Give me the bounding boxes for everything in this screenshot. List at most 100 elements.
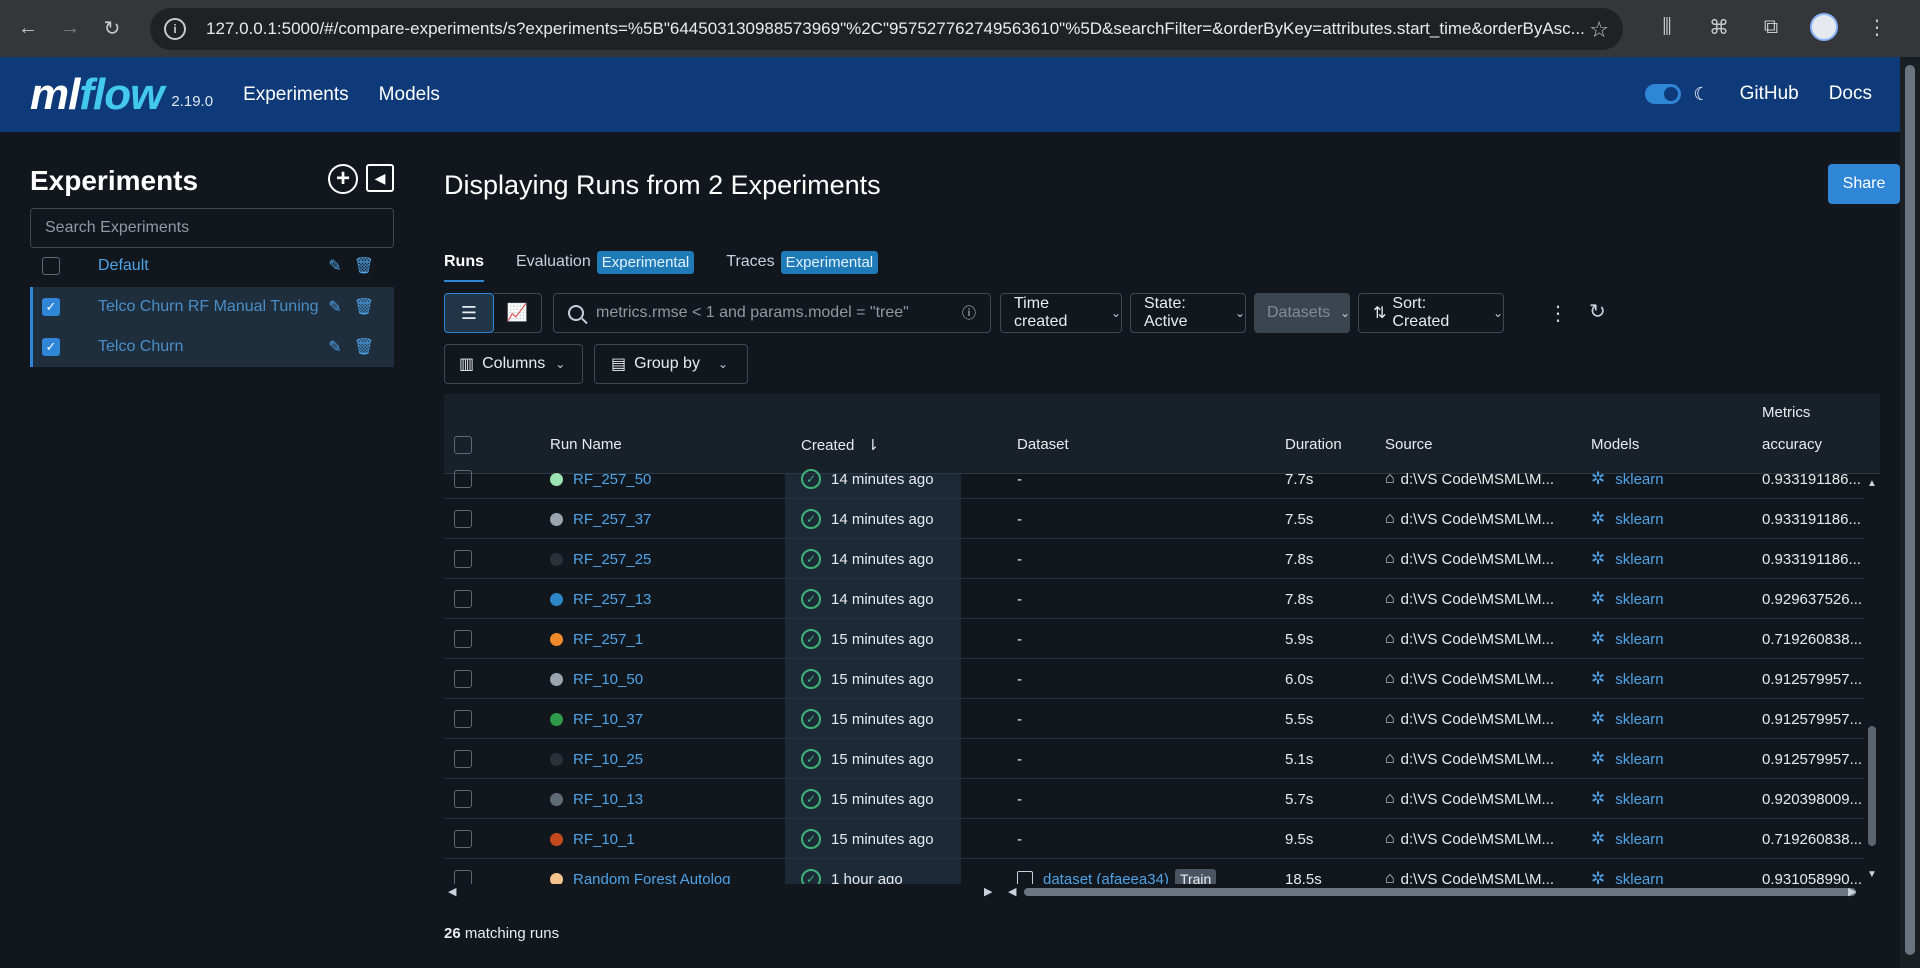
table-row[interactable]: RF_10_1 ✓ 15 minutes ago - 9.5s ⌂ d:\VS Code\M… (444, 819, 1880, 859)
run-search-input[interactable]: metrics.rmse < 1 and params.model = "tre… (553, 293, 991, 333)
table-row[interactable]: RF_257_13 ✓ 14 minutes ago - 7.8s ⌂ d:\VS Code… (444, 579, 1880, 619)
reload-icon[interactable]: ↻ (94, 11, 130, 47)
experiment-item-rf-manual-tuning[interactable]: ✓ Telco Churn RF Manual Tuning ✎ 🗑 (30, 287, 394, 327)
scrollbar-thumb[interactable] (1024, 888, 1856, 896)
scroll-down-icon[interactable]: ▼ (1867, 869, 1877, 880)
run-name-link[interactable]: RF_10_37 (573, 711, 643, 728)
scroll-right-icon[interactable]: ▶ (1848, 885, 1856, 898)
col-dataset[interactable]: Dataset (1017, 436, 1069, 453)
table-row[interactable]: Random Forest Autolog ✓ 1 hour ago dataset … (444, 859, 1880, 884)
run-name-link[interactable]: RF_10_1 (573, 831, 635, 848)
tune-icon[interactable]: ⫼ (1654, 12, 1680, 42)
row-checkbox[interactable] (454, 710, 472, 728)
source-value[interactable]: d:\VS Code\MSML\M... (1401, 831, 1554, 848)
nav-models[interactable]: Models (379, 84, 440, 106)
delete-icon[interactable]: 🗑 (354, 256, 374, 276)
state-dropdown[interactable]: State: Active ⌄ (1130, 293, 1246, 333)
tab-runs[interactable]: Runs (444, 250, 484, 282)
run-color-dot[interactable] (550, 752, 563, 766)
col-models[interactable]: Models (1591, 436, 1639, 453)
model-link[interactable]: sklearn (1615, 671, 1663, 688)
row-checkbox[interactable] (454, 470, 472, 488)
model-link[interactable]: sklearn (1615, 631, 1663, 648)
run-name-link[interactable]: RF_10_50 (573, 671, 643, 688)
experiment-name[interactable]: Telco Churn (98, 338, 328, 356)
run-name-link[interactable]: RF_10_25 (573, 751, 643, 768)
page-scrollbar[interactable] (1900, 57, 1920, 968)
dark-mode-toggle[interactable] (1645, 84, 1682, 104)
col-run-name[interactable]: Run Name (550, 436, 622, 453)
info-icon[interactable]: ⓘ (962, 303, 976, 323)
select-all-checkbox[interactable] (454, 436, 472, 454)
source-value[interactable]: d:\VS Code\MSML\M... (1401, 631, 1554, 648)
more-options-icon[interactable]: ⋮ (1548, 301, 1568, 326)
group-by-button[interactable]: ▤ Group by ⌄ (594, 344, 748, 384)
tab-evaluation[interactable]: Evaluation Experimental (516, 250, 695, 274)
add-experiment-icon[interactable]: + (328, 164, 358, 194)
table-row[interactable]: RF_10_37 ✓ 15 minutes ago - 5.5s ⌂ d:\VS Code\… (444, 699, 1880, 739)
run-name-link[interactable]: RF_257_25 (573, 551, 651, 568)
run-name-link[interactable]: RF_257_13 (573, 591, 651, 608)
table-row[interactable]: RF_257_1 ✓ 15 minutes ago - 5.9s ⌂ d:\VS Code\… (444, 619, 1880, 659)
source-value[interactable]: d:\VS Code\MSML\M... (1401, 511, 1554, 528)
col-accuracy[interactable]: accuracy (1762, 436, 1822, 453)
run-color-dot[interactable] (550, 792, 563, 806)
scroll-up-icon[interactable]: ▲ (1867, 478, 1877, 489)
delete-icon[interactable]: 🗑 (354, 337, 374, 357)
run-name-link[interactable]: RF_257_50 (573, 471, 651, 488)
tab-traces[interactable]: Traces Experimental (726, 250, 879, 274)
docs-link[interactable]: Docs (1829, 83, 1872, 105)
experiment-item-telco-churn[interactable]: ✓ Telco Churn ✎ 🗑 (30, 327, 394, 367)
bookmark-star-icon[interactable]: ☆ (1589, 17, 1609, 43)
source-value[interactable]: d:\VS Code\MSML\M... (1401, 551, 1554, 568)
row-checkbox[interactable] (454, 630, 472, 648)
dataset-link[interactable]: dataset (afaeea34) (1043, 871, 1169, 885)
scroll-left-icon[interactable]: ◀ (448, 885, 456, 898)
run-name-link[interactable]: RF_257_37 (573, 511, 651, 528)
run-name-link[interactable]: RF_10_13 (573, 791, 643, 808)
columns-button[interactable]: ▥ Columns ⌄ (444, 344, 583, 384)
share-button[interactable]: Share (1828, 164, 1900, 204)
experiment-checkbox[interactable]: ✓ (42, 338, 60, 356)
row-checkbox[interactable] (454, 830, 472, 848)
table-vertical-scrollbar[interactable]: ▲ ▼ (1864, 474, 1880, 884)
github-link[interactable]: GitHub (1740, 83, 1799, 105)
list-view-button[interactable]: ☰ (444, 293, 494, 333)
row-checkbox[interactable] (454, 870, 472, 884)
run-color-dot[interactable] (550, 832, 563, 846)
table-row[interactable]: RF_10_13 ✓ 15 minutes ago - 5.7s ⌂ d:\VS Code\… (444, 779, 1880, 819)
source-value[interactable]: d:\VS Code\MSML\M... (1401, 751, 1554, 768)
run-color-dot[interactable] (550, 472, 563, 486)
row-checkbox[interactable] (454, 790, 472, 808)
col-duration[interactable]: Duration (1285, 436, 1342, 453)
model-link[interactable]: sklearn (1615, 551, 1663, 568)
menu-kebab-icon[interactable]: ⋮ (1864, 12, 1890, 42)
edit-icon[interactable]: ✎ (328, 337, 341, 357)
col-created[interactable]: Created ⇂ (801, 436, 879, 454)
mlflow-logo[interactable]: mlflow (30, 70, 164, 120)
experiment-item-default[interactable]: Default ✎ 🗑 (30, 246, 394, 286)
run-name-link[interactable]: RF_257_1 (573, 631, 643, 648)
address-bar[interactable]: i 127.0.0.1:5000/#/compare-experiments/s… (150, 8, 1623, 50)
table-row[interactable]: RF_257_50 ✓ 14 minutes ago - 7.7s ⌂ d:\VS Code… (444, 459, 1880, 499)
scrollbar-thumb[interactable] (1905, 65, 1915, 955)
model-link[interactable]: sklearn (1615, 511, 1663, 528)
table-row[interactable]: RF_10_25 ✓ 15 minutes ago - 5.1s ⌂ d:\VS Code\… (444, 739, 1880, 779)
run-color-dot[interactable] (550, 552, 563, 566)
url-text[interactable]: 127.0.0.1:5000/#/compare-experiments/s?e… (206, 19, 1586, 39)
source-value[interactable]: d:\VS Code\MSML\M... (1401, 871, 1554, 885)
run-color-dot[interactable] (550, 872, 563, 884)
datasets-dropdown[interactable]: Datasets ⌄ (1254, 293, 1350, 333)
experiment-name[interactable]: Telco Churn RF Manual Tuning (98, 298, 328, 316)
source-value[interactable]: d:\VS Code\MSML\M... (1401, 671, 1554, 688)
row-checkbox[interactable] (454, 750, 472, 768)
edit-icon[interactable]: ✎ (328, 297, 341, 317)
model-link[interactable]: sklearn (1615, 791, 1663, 808)
table-horizontal-scrollbar[interactable]: ◀ ▶ ◀ ▶ (444, 884, 1880, 900)
experiment-name[interactable]: Default (98, 257, 328, 275)
model-link[interactable]: sklearn (1615, 711, 1663, 728)
forward-icon[interactable]: → (52, 11, 88, 47)
run-color-dot[interactable] (550, 672, 563, 686)
table-row[interactable]: RF_10_50 ✓ 15 minutes ago - 6.0s ⌂ d:\VS Code\… (444, 659, 1880, 699)
model-link[interactable]: sklearn (1615, 591, 1663, 608)
